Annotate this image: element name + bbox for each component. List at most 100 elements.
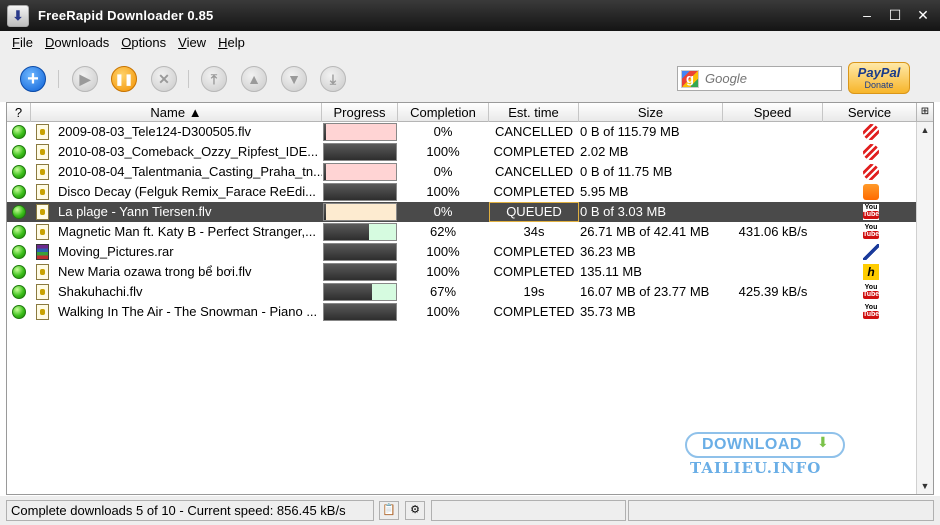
table-row[interactable]: Walking In The Air - The Snowman - Piano… <box>7 302 917 322</box>
resume-icon[interactable]: ▶ <box>72 66 98 92</box>
table-header: ? Name ▲ Progress Completion Est. time S… <box>7 103 917 122</box>
file-size: 2.02 MB <box>580 144 629 159</box>
column-chooser-icon[interactable]: ⊞ <box>916 103 933 122</box>
col-speed[interactable]: Speed <box>723 103 823 122</box>
scroll-up-icon[interactable]: ▲ <box>917 122 933 139</box>
progress-fill <box>324 264 396 280</box>
file-name: La plage - Yann Tiersen.flv <box>58 204 212 219</box>
col-est-time[interactable]: Est. time <box>489 103 579 122</box>
est-time: COMPLETED <box>493 144 575 159</box>
col-completion[interactable]: Completion <box>398 103 489 122</box>
maximize-button[interactable]: ☐ <box>888 8 902 22</box>
table-row[interactable]: 2010-08-04_Talentmania_Casting_Praha_tn.… <box>7 162 917 182</box>
h-service-icon: h <box>863 264 879 280</box>
donate-label: Donate <box>864 80 894 90</box>
youtube-icon: You Tube <box>863 224 879 240</box>
search-input[interactable] <box>705 71 835 86</box>
file-size: 36.23 MB <box>580 244 636 259</box>
table-row[interactable]: Disco Decay (Felguk Remix_Farace ReEdi..… <box>7 182 917 202</box>
progress-fill <box>324 204 326 220</box>
status-ok-icon <box>12 125 26 139</box>
col-status[interactable]: ? <box>7 103 31 122</box>
shutdown-icon[interactable]: ⚙ <box>405 501 425 520</box>
menu-view[interactable]: View <box>178 35 206 50</box>
app-download-icon: ⬇ <box>7 4 29 27</box>
progress-bar <box>323 123 397 141</box>
progress-bar <box>323 143 397 161</box>
file-name: New Maria ozawa trong bể bơi.flv <box>58 264 252 279</box>
table-row[interactable]: 2010-08-03_Comeback_Ozzy_Ripfest_IDE... 1… <box>7 142 917 162</box>
progress-bar <box>323 203 397 221</box>
clipboard-monitor-icon[interactable]: 📋 <box>379 501 399 520</box>
vertical-scrollbar[interactable]: ▲ ▼ <box>916 122 933 494</box>
watermark-logo: DOWNLOAD ⬇ TAILIEU.INFO <box>685 430 850 478</box>
status-ok-icon <box>12 305 26 319</box>
col-name[interactable]: Name ▲ <box>31 103 322 122</box>
completion-percent: 0% <box>433 124 453 139</box>
status-panel-1 <box>431 500 626 521</box>
col-progress[interactable]: Progress <box>322 103 398 122</box>
status-text: Complete downloads 5 of 10 - Current spe… <box>6 500 374 521</box>
paypal-donate-button[interactable]: PayPal Donate <box>848 62 910 94</box>
est-time: 19s <box>523 284 545 299</box>
download-speed <box>723 142 823 162</box>
table-row[interactable]: New Maria ozawa trong bể bơi.flv 100% COMP… <box>7 262 917 282</box>
youtube-icon-top: You <box>864 284 878 291</box>
youtube-icon-bottom: Tube <box>863 211 880 219</box>
est-time: 34s <box>523 224 545 239</box>
download-speed: 425.39 kB/s <box>738 284 808 299</box>
google-icon: g <box>681 69 699 88</box>
menu-options[interactable]: Options <box>121 35 166 50</box>
video-file-icon <box>36 184 49 200</box>
completion-percent: 100% <box>426 244 460 259</box>
col-service[interactable]: Service <box>823 103 917 122</box>
progress-bar <box>323 263 397 281</box>
progress-fill <box>324 284 373 300</box>
menu-downloads[interactable]: Downloads <box>45 35 109 50</box>
toolbar-separator <box>188 70 189 88</box>
file-size: 0 B of 115.79 MB <box>580 124 680 139</box>
status-bar: Complete downloads 5 of 10 - Current spe… <box>0 496 940 525</box>
status-ok-icon <box>12 285 26 299</box>
table-row[interactable]: Moving_Pictures.rar 100% COMPLETED 36.23 MB <box>7 242 917 262</box>
col-size[interactable]: Size <box>579 103 723 122</box>
close-button[interactable]: ✕ <box>916 8 930 22</box>
status-ok-icon <box>12 265 26 279</box>
add-download-icon[interactable]: + <box>20 66 46 92</box>
file-size: 5.95 MB <box>580 184 629 199</box>
file-name: Magnetic Man ft. Katy B - Perfect Strang… <box>58 224 316 239</box>
google-search-box: g <box>677 66 842 91</box>
minimize-button[interactable]: – <box>860 8 874 22</box>
pause-icon[interactable]: ❚❚ <box>111 66 137 92</box>
cancel-icon[interactable]: ✕ <box>151 66 177 92</box>
completion-percent: 62% <box>429 224 457 239</box>
download-speed <box>723 122 823 142</box>
menu-file[interactable]: File <box>12 35 33 50</box>
download-speed <box>723 302 823 322</box>
move-top-icon[interactable]: ⤒ <box>201 66 227 92</box>
video-file-icon <box>36 304 49 320</box>
menu-help[interactable]: Help <box>218 35 245 50</box>
file-size: 35.73 MB <box>580 304 636 319</box>
table-row[interactable]: Shakuhachi.flv 67% 19s 16.07 MB of 23.77 MB… <box>7 282 917 302</box>
move-bottom-icon[interactable]: ⤓ <box>320 66 346 92</box>
move-down-icon[interactable]: ▼ <box>281 66 307 92</box>
move-up-icon[interactable]: ▲ <box>241 66 267 92</box>
file-size: 16.07 MB of 23.77 MB <box>580 284 710 299</box>
table-row[interactable]: 2009-08-03_Tele124-D300505.flv 0% CANCELLE… <box>7 122 917 142</box>
youtube-icon-top: You <box>864 224 878 231</box>
download-rows: 2009-08-03_Tele124-D300505.flv 0% CANCELLE… <box>7 122 917 322</box>
window-title: FreeRapid Downloader 0.85 <box>38 8 214 23</box>
completion-percent: 100% <box>426 184 460 199</box>
table-row[interactable]: Magnetic Man ft. Katy B - Perfect Strang… <box>7 222 917 242</box>
download-speed <box>723 162 823 182</box>
scroll-down-icon[interactable]: ▼ <box>917 478 933 494</box>
table-row[interactable]: La plage - Yann Tiersen.flv 0% QUEUED 0 B o… <box>7 202 917 222</box>
download-speed: 431.06 kB/s <box>738 224 808 239</box>
progress-bar <box>323 183 397 201</box>
file-size: 0 B of 3.03 MB <box>580 204 666 219</box>
youtube-icon: You Tube <box>863 204 879 220</box>
completion-percent: 0% <box>433 164 453 179</box>
download-speed <box>723 262 823 282</box>
file-size: 26.71 MB of 42.41 MB <box>580 224 710 239</box>
